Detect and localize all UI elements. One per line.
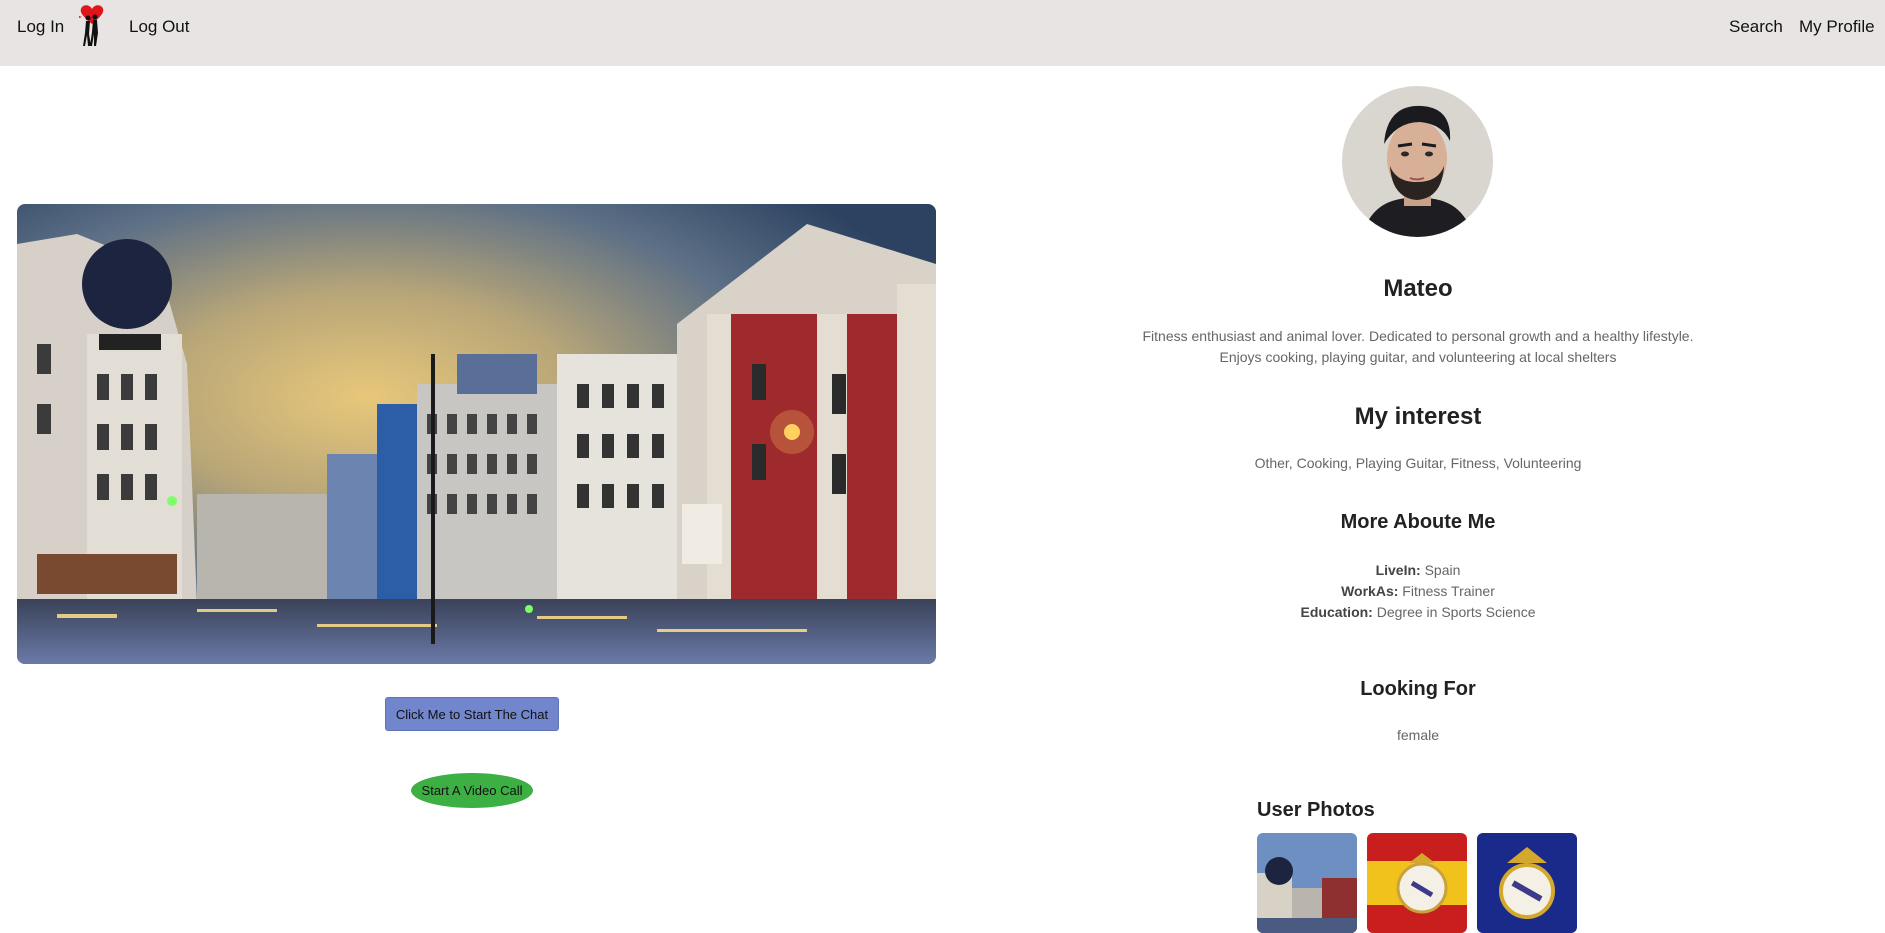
profile-bio: Fitness enthusiast and animal lover. Ded… [1118, 326, 1718, 368]
user-photo-1[interactable] [1257, 833, 1357, 933]
looking-for-value: female [1396, 727, 1440, 743]
detail-education: Education: Degree in Sports Science [1300, 604, 1536, 620]
bio-line-2: Enjoys cooking, playing guitar, and volu… [1219, 349, 1617, 365]
interests-list: Other, Cooking, Playing Guitar, Fitness,… [1254, 455, 1582, 471]
detail-work-as: WorkAs: Fitness Trainer [1341, 583, 1495, 599]
more-about-heading: More Aboute Me [1340, 511, 1496, 533]
looking-for-heading: Looking For [1360, 678, 1476, 700]
login-link[interactable]: Log In [17, 17, 64, 37]
avatar [1342, 86, 1493, 237]
heart-couple-logo-icon[interactable] [74, 4, 110, 48]
start-video-call-button[interactable]: Start A Video Call [411, 773, 533, 808]
profile-panel: Mateo Fitness enthusiast and animal love… [1028, 0, 1808, 933]
details-list: LiveIn: Spain WorkAs: Fitness Trainer Ed… [1028, 560, 1808, 623]
user-photos-heading: User Photos [1257, 799, 1375, 821]
my-profile-link[interactable]: My Profile [1799, 17, 1875, 37]
profile-name: Mateo [1383, 275, 1453, 302]
interest-heading: My interest [1354, 403, 1482, 430]
user-photo-3[interactable] [1477, 833, 1577, 933]
city-hero-image [17, 204, 936, 664]
logout-link[interactable]: Log Out [129, 17, 190, 37]
bio-line-1: Fitness enthusiast and animal lover. Ded… [1142, 328, 1694, 344]
start-chat-button[interactable]: Click Me to Start The Chat [385, 697, 559, 731]
user-photo-2[interactable] [1367, 833, 1467, 933]
detail-live-in: LiveIn: Spain [1375, 562, 1461, 578]
